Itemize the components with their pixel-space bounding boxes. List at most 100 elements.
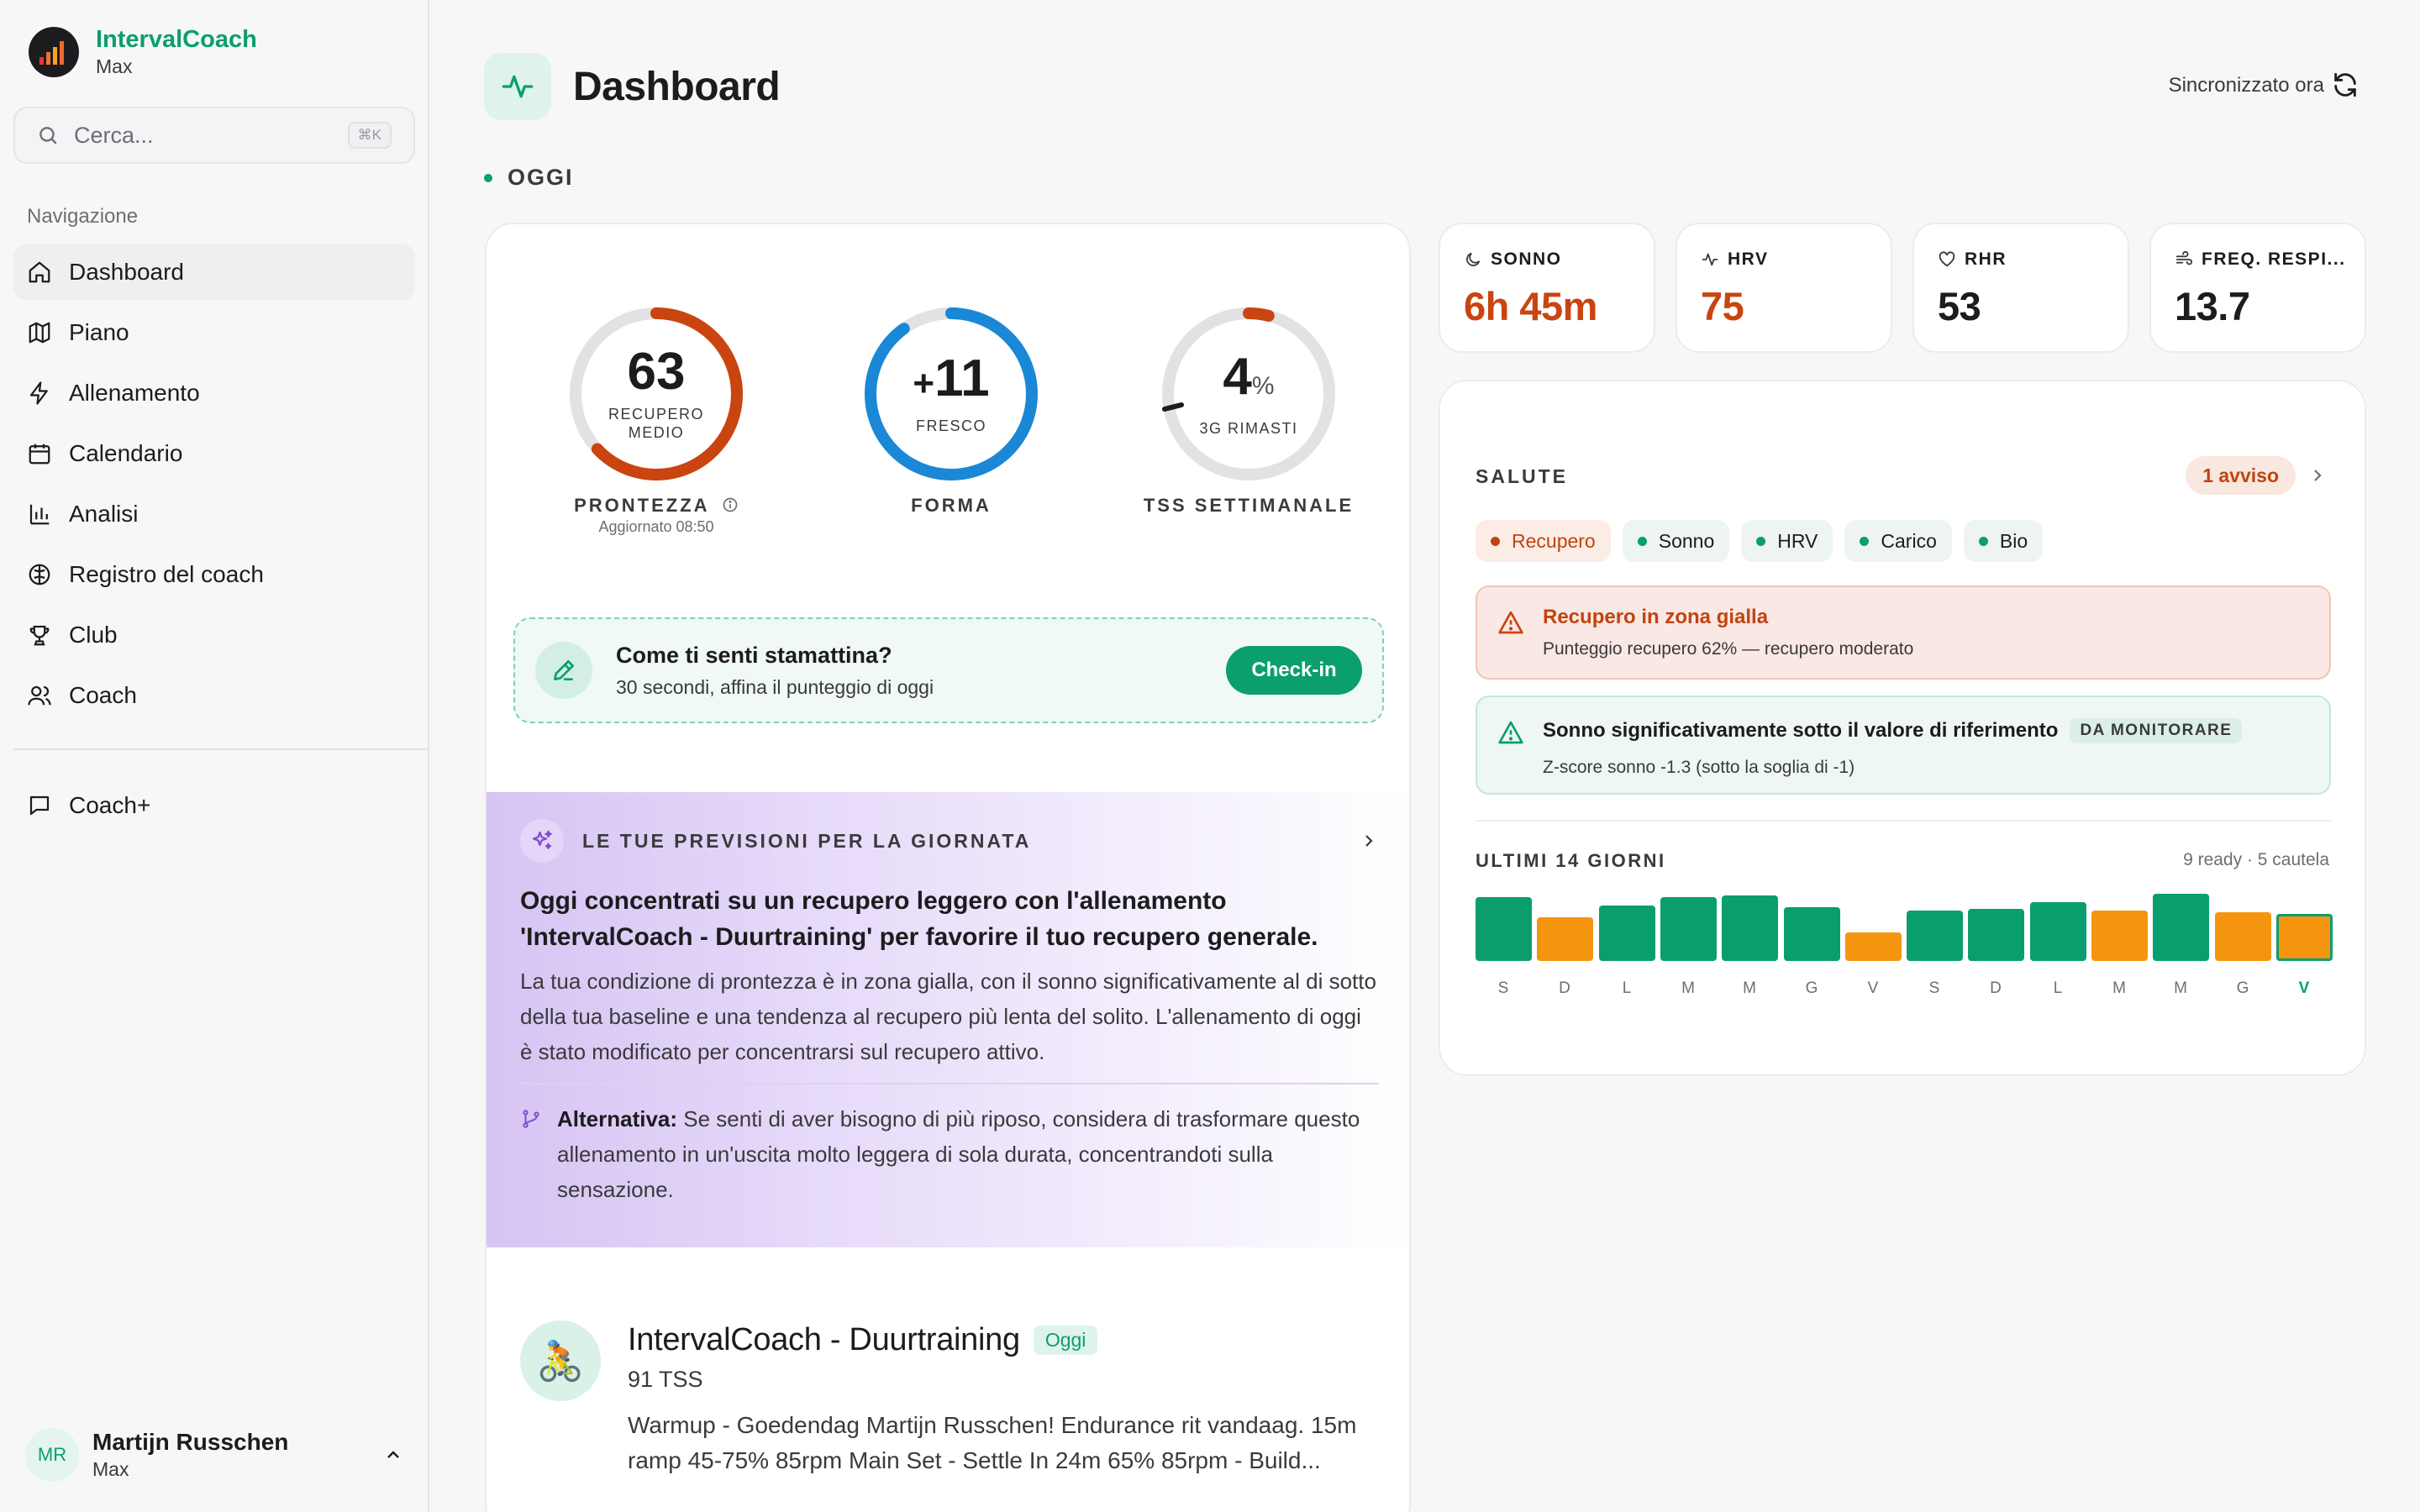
history-bar[interactable]: [1845, 932, 1902, 961]
status-dot: [1491, 536, 1500, 546]
tss-ring[interactable]: 4% 3G RIMASTI: [1156, 302, 1341, 486]
history-bar[interactable]: [2276, 914, 2333, 961]
nav-item-coachplus[interactable]: Coach+: [13, 778, 415, 833]
chevron-up-icon[interactable]: [383, 1445, 403, 1465]
history-bar[interactable]: [2030, 902, 2086, 961]
history-bar[interactable]: [1660, 897, 1717, 961]
metric-label: FREQ. RESPI...: [2202, 249, 2346, 269]
search-shortcut: ⌘K: [347, 122, 392, 149]
nav-coachplus: Coach+: [13, 778, 415, 838]
map-icon: [29, 322, 50, 344]
sidebar-divider: [13, 748, 429, 750]
history-bar[interactable]: [2215, 912, 2271, 961]
chip-sonno[interactable]: Sonno: [1622, 520, 1730, 562]
section-today: OGGI: [484, 165, 574, 191]
chip-bio[interactable]: Bio: [1963, 520, 2044, 562]
history-bar[interactable]: [2091, 911, 2148, 961]
nav-item-dashboard[interactable]: Dashboard: [13, 244, 415, 300]
workout-badge: Oggi: [1033, 1326, 1098, 1355]
alert-title: Sonno significativamente sotto il valore…: [1543, 719, 2059, 742]
nav-item-label: Allenamento: [69, 380, 200, 406]
search-input[interactable]: Cerca... ⌘K: [13, 107, 415, 164]
nav-item-calendario[interactable]: Calendario: [13, 426, 415, 481]
pulse-icon: [1702, 253, 1718, 266]
history-bar[interactable]: [1476, 897, 1532, 961]
chip-carico[interactable]: Carico: [1844, 520, 1952, 562]
history-bar[interactable]: [1722, 895, 1778, 961]
alert-count-badge[interactable]: 1 avviso: [2186, 456, 2296, 495]
bar-chart-icon: [29, 504, 50, 525]
status-dot: [484, 173, 492, 182]
chevron-right-icon[interactable]: [2307, 465, 2328, 486]
checkin-button[interactable]: Check-in: [1226, 646, 1362, 695]
brain-icon: [29, 564, 50, 585]
forecast-alternative: Alternativa: Se senti di aver bisogno di…: [520, 1101, 1379, 1207]
alert-sleep[interactable]: Sonno significativamente sotto il valore…: [1476, 696, 2331, 795]
metric-value: 75: [1701, 284, 1744, 328]
form-ring[interactable]: +11 FRESCO: [859, 302, 1044, 486]
alert-recovery[interactable]: Recupero in zona gialla Punteggio recupe…: [1476, 585, 2331, 680]
chip-label: HRV: [1777, 529, 1818, 552]
avatar: MR: [25, 1428, 79, 1482]
user-menu[interactable]: MR Martijn Russchen Max: [25, 1428, 403, 1482]
today-card: 63 RECUPERO MEDIO PRONTEZZA Aggiornato 0…: [485, 223, 1411, 1512]
history-day-labels: SDLMMGVSDLMMGV: [1476, 979, 2333, 1005]
chevron-right-icon[interactable]: [1359, 831, 1379, 851]
metric-card-rhr[interactable]: RHR 53: [1912, 223, 2129, 353]
workout-item[interactable]: 🚴 IntervalCoach - Duurtraining Oggi 91 T…: [520, 1320, 1386, 1478]
metric-value: 13.7: [2175, 284, 2250, 328]
chip-label: Carico: [1881, 529, 1937, 552]
chip-label: Recupero: [1512, 529, 1596, 552]
info-icon[interactable]: [722, 496, 739, 513]
nav-item-label: Coach+: [69, 792, 151, 818]
checkin-card: Come ti senti stamattina? 30 secondi, af…: [513, 617, 1384, 723]
sparkles-icon: [520, 819, 564, 863]
nav-item-coach[interactable]: Coach: [13, 668, 415, 723]
forecast-card[interactable]: LE TUE PREVISIONI PER LA GIORNATA Oggi c…: [487, 792, 1409, 1247]
nav-item-label: Registro del coach: [69, 561, 264, 587]
alert-subtitle: Z-score sonno -1.3 (sotto la soglia di -…: [1543, 758, 1855, 777]
chip-recupero[interactable]: Recupero: [1476, 520, 1611, 562]
status-dot: [1637, 536, 1647, 546]
history-bar[interactable]: [1537, 917, 1593, 961]
metric-card-sleep[interactable]: SONNO 6h 45m: [1439, 223, 1655, 353]
form-value: 11: [934, 349, 990, 407]
metric-label: SONNO: [1491, 249, 1562, 269]
lightning-icon: [29, 381, 48, 405]
checkin-subtitle: 30 secondi, affina il punteggio di oggi: [616, 676, 934, 698]
tss-sub: 3G RIMASTI: [1199, 419, 1298, 437]
sync-status: Sincronizzato ora: [2168, 74, 2324, 97]
brand-name: IntervalCoach: [96, 26, 257, 53]
history-bar[interactable]: [1784, 907, 1840, 961]
cyclist-icon: 🚴: [520, 1320, 601, 1401]
page-title: Dashboard: [573, 64, 781, 109]
metric-card-hrv[interactable]: HRV 75: [1676, 223, 1892, 353]
users-icon: [28, 685, 51, 706]
history-day-label: G: [2236, 979, 2249, 997]
nav-item-allenamento[interactable]: Allenamento: [13, 365, 415, 421]
form-sign: +: [913, 363, 935, 404]
history-day-label: M: [1743, 979, 1756, 997]
history-bar[interactable]: [1599, 906, 1655, 961]
health-title: SALUTE: [1476, 465, 1568, 487]
nav-item-piano[interactable]: Piano: [13, 305, 415, 360]
chip-hrv[interactable]: HRV: [1741, 520, 1833, 562]
refresh-button[interactable]: [2331, 71, 2360, 99]
nav-menu: Dashboard Piano Allenamento Calendario A…: [13, 244, 415, 728]
nav-item-registro-del-coach[interactable]: Registro del coach: [13, 547, 415, 602]
nav-item-club[interactable]: Club: [13, 607, 415, 663]
history-summary: 9 ready · 5 cautela: [2183, 850, 2329, 869]
history-bar[interactable]: [2153, 894, 2209, 961]
form-sub: FRESCO: [915, 417, 986, 434]
metric-card-respiration[interactable]: FREQ. RESPI... 13.7: [2149, 223, 2366, 353]
history-bar[interactable]: [1968, 909, 2024, 961]
metric-value: 53: [1938, 284, 1981, 328]
history-bar[interactable]: [1907, 911, 1963, 961]
brand[interactable]: IntervalCoach Max: [29, 25, 257, 79]
readiness-ring[interactable]: 63 RECUPERO MEDIO: [564, 302, 749, 486]
nav-item-analisi[interactable]: Analisi: [13, 486, 415, 542]
nav-item-label: Analisi: [69, 501, 139, 527]
history-day-label: D: [1559, 979, 1570, 997]
warning-icon: [1498, 611, 1523, 634]
history-title: ULTIMI 14 GIORNI: [1476, 850, 1666, 871]
